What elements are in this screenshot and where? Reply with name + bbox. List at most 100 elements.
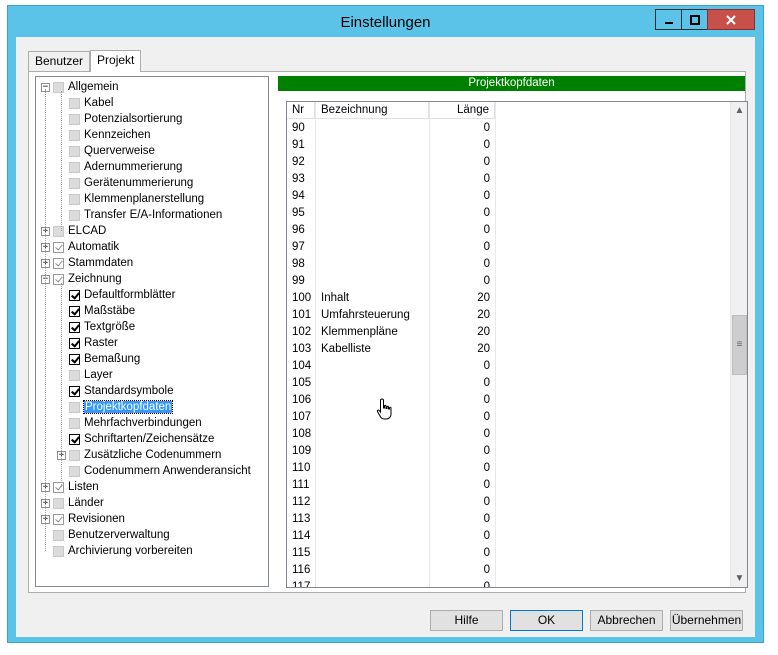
minimize-button[interactable] xyxy=(655,9,682,30)
cell-nr[interactable]: 97 xyxy=(287,239,315,256)
ok-button[interactable]: OK xyxy=(510,610,583,631)
cell-bezeichnung[interactable] xyxy=(315,137,429,154)
cell-bezeichnung[interactable] xyxy=(315,409,429,426)
cell-bezeichnung[interactable]: Klemmenpläne xyxy=(315,324,429,341)
cell-bezeichnung[interactable] xyxy=(315,443,429,460)
tree-item[interactable]: Klemmenplanerstellung xyxy=(57,191,204,207)
tree-checkbox[interactable] xyxy=(69,417,80,429)
cell-bezeichnung[interactable] xyxy=(315,358,429,375)
cell-bezeichnung[interactable]: Umfahrsteuerung xyxy=(315,307,429,324)
tree-item[interactable]: Gerätenummerierung xyxy=(57,175,193,191)
cell-nr[interactable]: 108 xyxy=(287,426,315,443)
cell-nr[interactable]: 93 xyxy=(287,171,315,188)
cell-nr[interactable]: 98 xyxy=(287,256,315,273)
column-header[interactable]: Bezeichnung xyxy=(315,102,429,119)
tree-checkbox[interactable] xyxy=(69,305,80,317)
cell-laenge[interactable]: 0 xyxy=(429,494,495,511)
cell-nr[interactable]: 111 xyxy=(287,477,315,494)
cell-nr[interactable]: 91 xyxy=(287,137,315,154)
cell-laenge[interactable]: 0 xyxy=(429,358,495,375)
cell-bezeichnung[interactable] xyxy=(315,528,429,545)
cell-bezeichnung[interactable] xyxy=(315,273,429,290)
cell-nr[interactable]: 115 xyxy=(287,545,315,562)
cell-bezeichnung[interactable] xyxy=(315,477,429,494)
cell-bezeichnung[interactable]: Inhalt xyxy=(315,290,429,307)
maximize-button[interactable] xyxy=(681,9,708,30)
scroll-down-arrow-icon[interactable]: ▼ xyxy=(731,570,747,587)
cell-bezeichnung[interactable] xyxy=(315,426,429,443)
tree-item[interactable]: + Listen xyxy=(41,479,99,495)
tree-checkbox[interactable] xyxy=(53,529,64,541)
cell-nr[interactable]: 90 xyxy=(287,120,315,137)
tree-checkbox[interactable] xyxy=(69,337,80,349)
cell-laenge[interactable]: 0 xyxy=(429,137,495,154)
cell-laenge[interactable]: 0 xyxy=(429,273,495,290)
tree-checkbox[interactable] xyxy=(69,113,80,125)
cell-bezeichnung[interactable] xyxy=(315,562,429,579)
tree-checkbox[interactable] xyxy=(53,225,64,237)
tree-item[interactable]: + Länder xyxy=(41,495,104,511)
cell-laenge[interactable]: 0 xyxy=(429,154,495,171)
cell-nr[interactable]: 94 xyxy=(287,188,315,205)
cell-bezeichnung[interactable] xyxy=(315,222,429,239)
scroll-thumb[interactable]: ≡ xyxy=(732,315,747,375)
tree-item[interactable]: − Zeichnung xyxy=(41,271,122,287)
grid-vertical-scrollbar[interactable]: ▲ ≡ ▼ xyxy=(730,102,747,587)
tree-item[interactable]: Benutzerverwaltung xyxy=(41,527,170,543)
cell-nr[interactable]: 100 xyxy=(287,290,315,307)
tree-item[interactable]: + Revisionen xyxy=(41,511,125,527)
tab-projekt[interactable]: Projekt xyxy=(90,50,142,72)
cell-laenge[interactable]: 20 xyxy=(429,341,495,358)
cell-nr[interactable]: 105 xyxy=(287,375,315,392)
cell-nr[interactable]: 102 xyxy=(287,324,315,341)
cell-nr[interactable]: 106 xyxy=(287,392,315,409)
tree-checkbox[interactable] xyxy=(69,321,80,333)
cell-laenge[interactable]: 0 xyxy=(429,528,495,545)
tree-checkbox[interactable] xyxy=(69,353,80,365)
cell-laenge[interactable]: 0 xyxy=(429,443,495,460)
tree-checkbox[interactable] xyxy=(69,129,80,141)
cell-laenge[interactable]: 0 xyxy=(429,205,495,222)
cell-bezeichnung[interactable] xyxy=(315,494,429,511)
cell-laenge[interactable]: 0 xyxy=(429,511,495,528)
tree-item[interactable]: Projektkopfdaten xyxy=(57,399,174,415)
help-button[interactable]: Hilfe xyxy=(430,610,503,631)
cell-nr[interactable]: 103 xyxy=(287,341,315,358)
cell-bezeichnung[interactable] xyxy=(315,511,429,528)
cell-nr[interactable]: 112 xyxy=(287,494,315,511)
close-button[interactable] xyxy=(707,9,755,30)
tree-checkbox[interactable] xyxy=(69,209,80,221)
tree-item[interactable]: Raster xyxy=(57,335,118,351)
cell-nr[interactable]: 109 xyxy=(287,443,315,460)
cell-nr[interactable]: 101 xyxy=(287,307,315,324)
cell-bezeichnung[interactable]: Kabelliste xyxy=(315,341,429,358)
cell-nr[interactable]: 96 xyxy=(287,222,315,239)
header-data-grid[interactable]: ▲ ≡ ▼ Nr Bezeichnung Länge 90 0 91 0 92 0 93 0 94 0 9… xyxy=(286,101,748,588)
tree-item[interactable]: Schriftarten/Zeichensätze xyxy=(57,431,214,447)
tree-item[interactable]: Textgröße xyxy=(57,319,135,335)
tree-checkbox[interactable] xyxy=(53,257,64,269)
tree-checkbox[interactable] xyxy=(69,401,80,413)
tree-item[interactable]: Transfer E/A-Informationen xyxy=(57,207,222,223)
cell-bezeichnung[interactable] xyxy=(315,171,429,188)
tree-item[interactable]: Defaultformblätter xyxy=(57,287,175,303)
cell-bezeichnung[interactable] xyxy=(315,205,429,222)
cell-laenge[interactable]: 0 xyxy=(429,409,495,426)
tree-item[interactable]: Codenummern Anwenderansicht xyxy=(57,463,251,479)
cell-nr[interactable]: 116 xyxy=(287,562,315,579)
column-header[interactable]: Länge xyxy=(429,102,495,119)
cell-nr[interactable]: 104 xyxy=(287,358,315,375)
cell-bezeichnung[interactable] xyxy=(315,392,429,409)
cell-nr[interactable]: 113 xyxy=(287,511,315,528)
cell-nr[interactable]: 95 xyxy=(287,205,315,222)
tree-item[interactable]: + Zusätzliche Codenummern xyxy=(57,447,221,463)
tree-checkbox[interactable] xyxy=(69,289,80,301)
cell-laenge[interactable]: 0 xyxy=(429,545,495,562)
cancel-button[interactable]: Abbrechen xyxy=(590,610,663,631)
tree-item[interactable]: Layer xyxy=(57,367,113,383)
cell-nr[interactable]: 114 xyxy=(287,528,315,545)
cell-laenge[interactable]: 0 xyxy=(429,171,495,188)
tree-checkbox[interactable] xyxy=(53,497,64,509)
cell-laenge[interactable]: 0 xyxy=(429,375,495,392)
tree-item[interactable]: Kabel xyxy=(57,95,113,111)
